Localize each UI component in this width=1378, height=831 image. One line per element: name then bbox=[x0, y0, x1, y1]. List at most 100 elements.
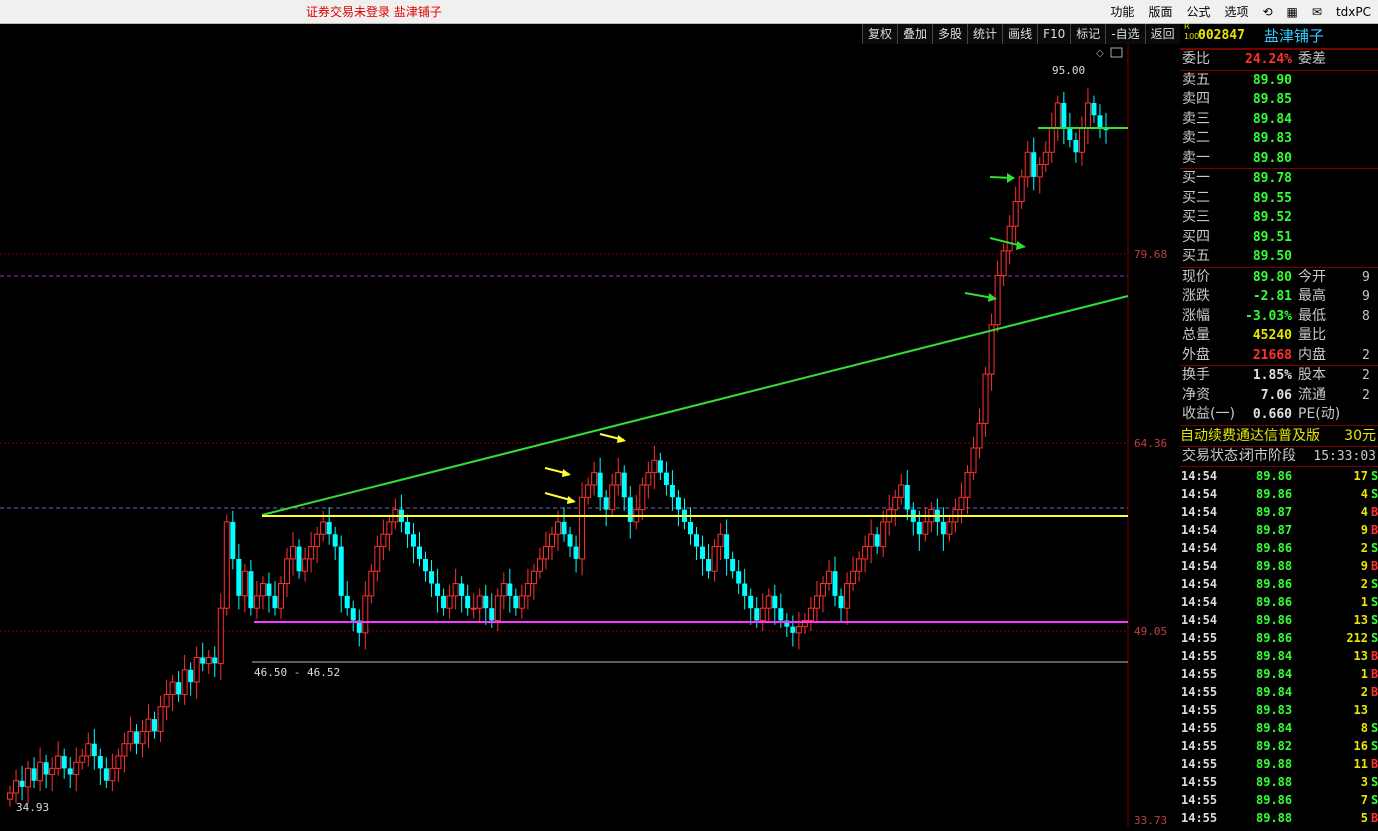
tick-bs: S bbox=[1371, 487, 1378, 501]
candle-body bbox=[1031, 152, 1037, 177]
candle-body bbox=[748, 595, 754, 609]
tick-bs: B bbox=[1371, 523, 1378, 537]
tick-v: 16 bbox=[1353, 739, 1368, 753]
candle-body bbox=[730, 558, 736, 572]
candle-body bbox=[916, 521, 922, 535]
menu-options[interactable]: 选项 bbox=[1224, 3, 1248, 20]
refresh-icon[interactable]: ⟲ bbox=[1262, 5, 1272, 19]
back-button[interactable]: 返回 bbox=[1144, 24, 1180, 44]
tick-v: 11 bbox=[1353, 757, 1368, 771]
candle-body bbox=[435, 583, 441, 596]
trade-state: 交易状态: 闭市阶段 15:33:03 bbox=[1180, 445, 1378, 467]
tick-row: 14:54 89.86 1 S bbox=[1180, 593, 1378, 611]
restore-window-icon[interactable] bbox=[1110, 47, 1123, 58]
candle-body bbox=[181, 669, 188, 695]
candle-body bbox=[25, 767, 32, 788]
kline-chart[interactable]: 79.68 64.36 49.05 33.73 95.00 34.93 46.5… bbox=[0, 44, 1176, 827]
tick-p: 89.84 bbox=[1256, 649, 1293, 663]
candle-body bbox=[627, 497, 633, 522]
candle-body bbox=[717, 533, 724, 548]
remove-watchlist-button[interactable]: -自选 bbox=[1105, 24, 1145, 44]
candle-body bbox=[193, 656, 200, 683]
tick-bs: S bbox=[1371, 631, 1378, 645]
calculator-icon[interactable]: ▦ bbox=[1287, 5, 1298, 19]
tick-t: 14:55 bbox=[1181, 631, 1218, 645]
tick-t: 14:54 bbox=[1181, 487, 1218, 501]
yellow-arrow-icon bbox=[599, 433, 626, 443]
candle-body bbox=[513, 595, 519, 609]
promo-banner[interactable]: 自动续费通达信普及版 30元 bbox=[1180, 424, 1378, 446]
tick-p: 89.88 bbox=[1256, 811, 1293, 825]
candle-body bbox=[423, 558, 429, 572]
candle-body bbox=[922, 521, 929, 535]
candle-body bbox=[7, 792, 13, 800]
menu-formula[interactable]: 公式 bbox=[1186, 3, 1210, 20]
tick-t: 14:54 bbox=[1181, 469, 1218, 483]
green-arrow-icon bbox=[964, 292, 997, 302]
tick-bs: B bbox=[1371, 757, 1378, 771]
candle-body bbox=[1042, 151, 1049, 166]
mail-icon[interactable]: ✉ bbox=[1312, 5, 1322, 19]
tick-p: 89.86 bbox=[1256, 487, 1293, 501]
candle-body bbox=[19, 780, 25, 787]
candle-body bbox=[1078, 127, 1085, 153]
candle-body bbox=[362, 595, 369, 634]
multi-stock-button[interactable]: 多股 bbox=[932, 24, 968, 44]
candle-body bbox=[73, 761, 80, 776]
candle-body bbox=[241, 570, 248, 597]
candle-body bbox=[982, 373, 989, 424]
mark-button[interactable]: 标记 bbox=[1070, 24, 1106, 44]
candle-body bbox=[609, 484, 616, 511]
candle-body bbox=[1097, 115, 1103, 128]
f10-button[interactable]: F10 bbox=[1037, 24, 1071, 44]
candle-body bbox=[139, 730, 146, 745]
tick-t: 14:55 bbox=[1181, 703, 1218, 717]
range-label: 46.50 - 46.52 bbox=[254, 666, 340, 679]
y-tick-2: 64.36 bbox=[1134, 437, 1167, 450]
overlay-button[interactable]: 叠加 bbox=[897, 24, 933, 44]
restore-rights-button[interactable]: 复权 bbox=[862, 24, 898, 44]
candle-body bbox=[489, 608, 495, 621]
kline-svg[interactable]: 79.68 64.36 49.05 33.73 95.00 34.93 46.5… bbox=[0, 44, 1176, 827]
candle-body bbox=[483, 595, 489, 609]
tick-p: 89.86 bbox=[1256, 613, 1293, 627]
candle-body bbox=[1054, 102, 1061, 129]
candle-body bbox=[127, 730, 134, 745]
tick-p: 89.87 bbox=[1256, 523, 1293, 537]
candle-body bbox=[844, 583, 851, 609]
draw-line-button[interactable]: 画线 bbox=[1002, 24, 1038, 44]
candle-body bbox=[850, 570, 857, 585]
candle-body bbox=[615, 472, 622, 486]
diamond-icon: ◇ bbox=[1096, 48, 1104, 59]
candle-body bbox=[223, 521, 230, 609]
candle-body bbox=[976, 422, 983, 449]
candle-body bbox=[687, 521, 693, 535]
candle-body bbox=[49, 767, 56, 776]
candle-body bbox=[67, 768, 73, 775]
menu-function[interactable]: 功能 bbox=[1110, 3, 1134, 20]
tick-bs: S bbox=[1371, 613, 1378, 627]
tick-bs: B bbox=[1371, 811, 1378, 825]
tick-t: 14:55 bbox=[1181, 721, 1218, 735]
tick-t: 14:54 bbox=[1181, 523, 1218, 537]
candle-body bbox=[555, 521, 561, 535]
candle-body bbox=[507, 583, 513, 596]
tick-bs: S bbox=[1371, 721, 1378, 735]
statistics-button[interactable]: 统计 bbox=[967, 24, 1003, 44]
tick-t: 14:55 bbox=[1181, 811, 1218, 825]
tick-p: 89.88 bbox=[1256, 757, 1293, 771]
tick-row: 14:54 89.86 4 S bbox=[1180, 485, 1378, 503]
candle-body bbox=[416, 546, 422, 559]
tick-v: 1 bbox=[1360, 667, 1368, 681]
candle-body bbox=[103, 768, 109, 781]
candle-body bbox=[344, 595, 350, 609]
arrow-markers bbox=[544, 173, 1026, 504]
candle-body bbox=[561, 521, 567, 535]
candle-body bbox=[813, 595, 820, 609]
menu-layout[interactable]: 版面 bbox=[1148, 3, 1172, 20]
candle-body bbox=[230, 521, 236, 559]
tick-row: 14:55 89.82 16 S bbox=[1180, 737, 1378, 755]
tick-bs: S bbox=[1371, 541, 1378, 555]
tick-list[interactable]: 14:54 89.86 17 S 14:54 89.86 4 S 14:54 89.87 4 B 14:… bbox=[1180, 466, 1378, 827]
candle-body bbox=[320, 521, 327, 535]
